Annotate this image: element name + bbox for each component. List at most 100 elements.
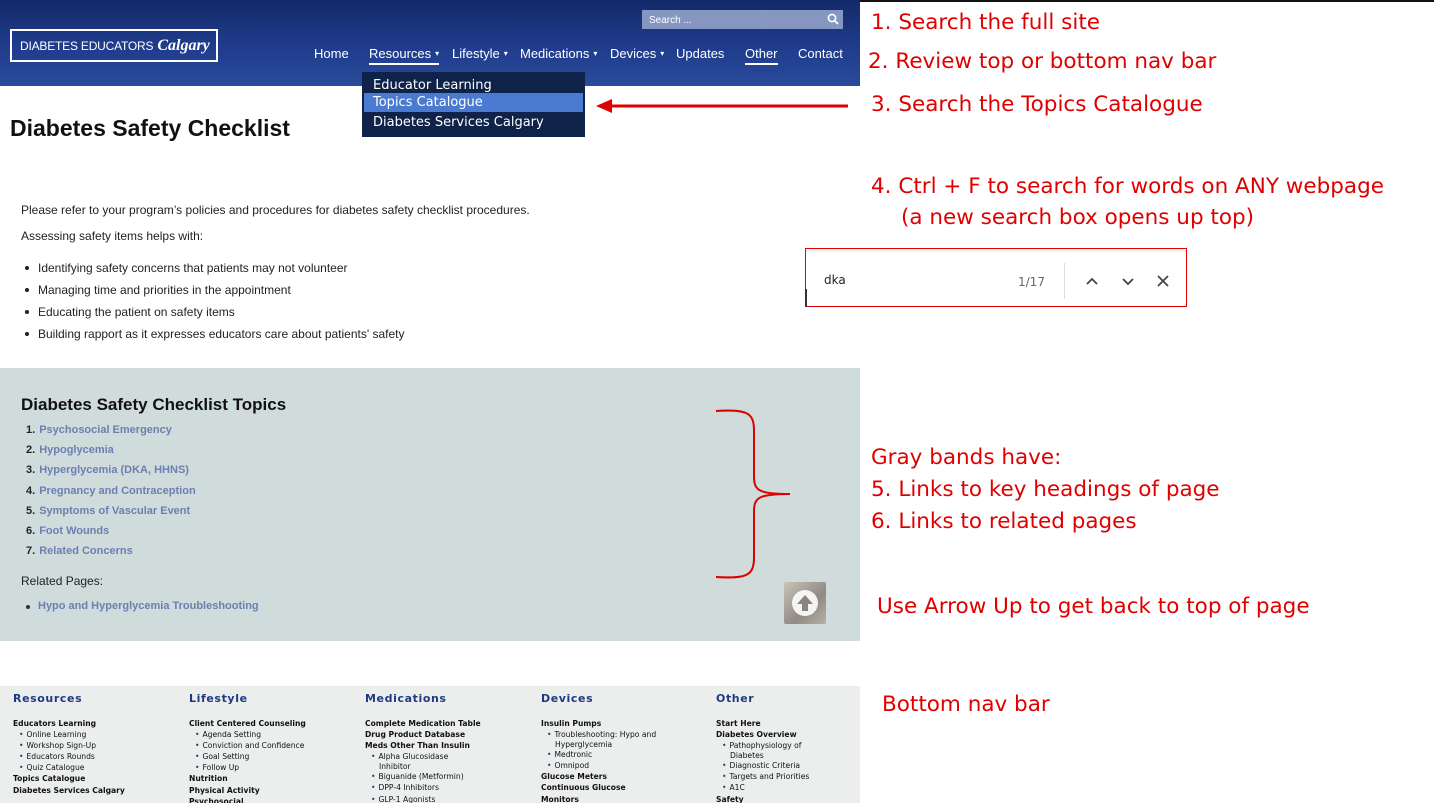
topic-number: 5. [26,504,36,517]
footer-link[interactable]: Follow Up [189,762,359,773]
footer-link[interactable]: Diagnostic Criteria [716,760,860,771]
nav-item-resources[interactable]: Resources ▾ [369,46,440,65]
footer-link[interactable]: Educators Learning [13,718,183,729]
footer-link[interactable]: Complete Medication Table [365,718,535,729]
footer-link[interactable]: Targets and Priorities [716,771,860,782]
footer-link[interactable]: Insulin Pumps [541,718,711,729]
topic-link[interactable]: Psychosocial Emergency [39,424,172,436]
topic-number: 3. [26,464,36,477]
footer-link[interactable]: Start Here [716,718,860,729]
footer-link[interactable]: Omnipod [541,760,711,771]
footer-link[interactable]: Continuous Glucose [541,782,711,793]
footer-link[interactable]: Pathophysiology of [716,740,860,751]
footer-column-lifestyle: Lifestyle Client Centered CounselingAgend… [189,692,359,803]
related-link[interactable]: Hypo and Hyperglycemia Troubleshooting [38,600,259,612]
bottom-nav-bar: Resources Educators LearningOnline Learni… [0,686,860,803]
footer-link[interactable]: Drug Product Database [365,729,535,740]
footer-link[interactable]: Diabetes Overview [716,729,860,740]
chevron-down-icon: ▾ [503,49,508,58]
footer-link[interactable]: A1C [716,782,860,793]
dropdown-item[interactable]: Topics Catalogue [364,93,583,112]
topic-number: 7. [26,545,36,558]
footer-link[interactable]: Topics Catalogue [13,773,183,784]
footer-heading[interactable]: Devices [541,692,711,706]
footer-link[interactable]: Agenda Setting [189,729,359,740]
red-arrow-icon [596,99,848,113]
intro: Please refer to your program’s policies … [21,203,530,255]
annotation-4: 4. Ctrl + F to search for words on ANY w… [871,174,1384,199]
topic-number: 6. [26,524,36,537]
annotation-8: Use Arrow Up to get back to top of page [877,594,1310,619]
footer-heading[interactable]: Other [716,692,860,706]
intro-text-1: Please refer to your program’s policies … [21,203,530,217]
footer-link[interactable]: Goal Setting [189,751,359,762]
footer-link[interactable]: Biguanide (Metformin) [365,771,535,782]
topic-item: 2. Hypoglycemia [26,444,196,464]
site-header: DIABETES EDUCATORSCalgary HomeResources▾… [0,0,860,137]
intro-text-2: Assessing safety items helps with: [21,229,204,243]
nav-item-updates[interactable]: Updates [676,46,724,61]
footer-link[interactable]: Meds Other Than Insulin [365,740,535,751]
find-input[interactable] [824,273,994,287]
topic-link[interactable]: Symptoms of Vascular Event [39,505,190,517]
safety-bullets: Identifying safety concerns that patient… [24,261,405,349]
topic-number: 2. [26,444,36,457]
search-icon[interactable] [827,13,839,25]
footer-link[interactable]: Troubleshooting: Hypo and [541,729,711,740]
chevron-down-icon[interactable] [1120,273,1136,289]
related-item: Hypo and Hyperglycemia Troubleshooting [26,600,259,612]
annotation-3: 3. Search the Topics Catalogue [871,92,1203,117]
footer-link[interactable]: Quiz Catalogue [13,762,183,773]
footer-link[interactable]: GLP-1 Agonists [365,794,535,803]
footer-link[interactable]: Psychosocial [189,796,359,803]
footer-link[interactable]: Conviction and Confidence [189,740,359,751]
footer-link[interactable]: Inhibitor [365,762,535,771]
footer-link[interactable]: Alpha Glucosidase [365,751,535,762]
nav-item-label: Devices [610,46,657,61]
topic-link[interactable]: Hyperglycemia (DKA, HHNS) [39,464,189,476]
footer-link[interactable]: Glucose Meters [541,771,711,782]
chevron-down-icon: ▾ [435,49,440,58]
footer-link[interactable]: Physical Activity [189,785,359,796]
footer-link[interactable]: DPP-4 Inhibitors [365,782,535,793]
topic-number: 1. [26,424,36,436]
topic-link[interactable]: Related Concerns [39,545,133,557]
annotation-7: 6. Links to related pages [871,509,1137,534]
close-icon[interactable] [1155,273,1171,289]
footer-link[interactable]: Diabetes [716,751,860,760]
footer-link[interactable]: Nutrition [189,773,359,784]
nav-item-contact[interactable]: Contact [798,46,843,61]
footer-link[interactable]: Hyperglycemia [541,740,711,749]
topic-link[interactable]: Hypoglycemia [39,444,114,456]
site-search-input[interactable] [642,11,822,30]
chevron-up-icon[interactable] [1084,273,1100,289]
footer-link[interactable]: Client Centered Counseling [189,718,359,729]
topic-link[interactable]: Foot Wounds [39,525,109,537]
topic-link[interactable]: Pregnancy and Contraception [39,485,195,497]
nav-item-home[interactable]: Home [314,46,349,61]
footer-heading[interactable]: Lifestyle [189,692,359,706]
list-item: Building rapport as it expresses educato… [24,327,405,341]
find-bar-left-edge [805,289,807,307]
nav-item-devices[interactable]: Devices ▾ [610,46,664,61]
footer-link[interactable]: Diabetes Services Calgary [13,785,183,796]
nav-item-lifestyle[interactable]: Lifestyle ▾ [452,46,508,61]
footer-link[interactable]: Online Learning [13,729,183,740]
related-pages-list: Hypo and Hyperglycemia Troubleshooting [26,600,259,612]
footer-link[interactable]: Monitors [541,794,711,803]
website-screenshot: DIABETES EDUCATORSCalgary HomeResources▾… [0,0,860,803]
nav-item-label: Lifestyle [452,46,500,61]
nav-item-other[interactable]: Other [745,46,778,65]
footer-link[interactable]: Medtronic [541,749,711,760]
footer-column-devices: Devices Insulin PumpsTroubleshooting: Hyp… [541,692,711,803]
footer-heading[interactable]: Resources [13,692,183,706]
footer-link[interactable]: Educators Rounds [13,751,183,762]
dropdown-item[interactable]: Diabetes Services Calgary [362,113,585,132]
nav-item-medications[interactable]: Medications ▾ [520,46,597,61]
footer-link[interactable]: Safety [716,794,860,803]
footer-link[interactable]: Workshop Sign-Up [13,740,183,751]
back-to-top-button[interactable] [784,582,826,624]
find-separator [1064,263,1065,299]
site-search [642,10,843,30]
footer-heading[interactable]: Medications [365,692,535,706]
